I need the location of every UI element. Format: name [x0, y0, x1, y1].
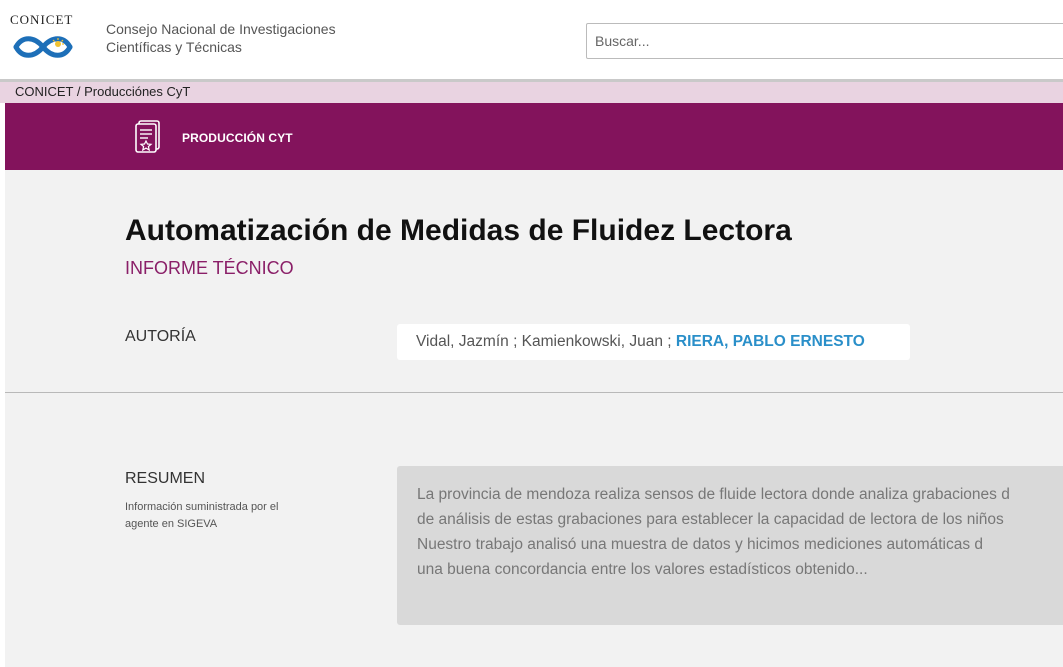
- highlighted-author-link[interactable]: RIERA, PABLO ERNESTO: [676, 333, 865, 350]
- search-input[interactable]: [586, 23, 1063, 59]
- section-band: PRODUCCIÓN CYT: [5, 103, 1063, 170]
- abstract-box: La provincia de mendoza realiza sensos d…: [397, 466, 1063, 625]
- document-certificate-icon: [135, 120, 160, 153]
- breadcrumb: CONICET / Producciónes CyT: [0, 82, 1063, 103]
- abstract-source-note: Información suministrada por el agente e…: [125, 501, 279, 530]
- conicet-logo-icon: [13, 36, 73, 58]
- abstract-line: La provincia de mendoza realiza sensos d…: [417, 486, 1010, 503]
- conicet-logo[interactable]: CONICET: [10, 12, 90, 64]
- organization-name: Consejo Nacional de Investigaciones Cien…: [106, 20, 336, 56]
- breadcrumb-current[interactable]: Producciónes CyT: [84, 84, 190, 99]
- authors-box: Vidal, Jazmín ; Kamienkowski, Juan ; RIE…: [397, 324, 910, 360]
- org-name-line1: Consejo Nacional de Investigaciones: [106, 21, 336, 37]
- logo-text: CONICET: [10, 12, 74, 27]
- abstract-text: La provincia de mendoza realiza sensos d…: [417, 482, 1063, 582]
- abstract-line: de análisis de estas grabaciones para es…: [417, 511, 1004, 528]
- record-title: Automatización de Medidas de Fluidez Lec…: [125, 214, 792, 247]
- authorship-label: AUTORÍA: [125, 328, 196, 345]
- breadcrumb-home-link[interactable]: CONICET: [15, 84, 73, 99]
- org-name-line2: Científicas y Técnicas: [106, 39, 242, 55]
- abstract-label: RESUMEN: [125, 470, 206, 487]
- record-type: INFORME TÉCNICO: [125, 258, 294, 278]
- record-content: Automatización de Medidas de Fluidez Lec…: [5, 170, 1063, 667]
- section-band-label: PRODUCCIÓN CYT: [182, 131, 293, 145]
- abstract-line: Nuestro trabajo analisó una muestra de d…: [417, 536, 984, 553]
- site-header: CONICET Consejo Nacional de Investigacio…: [0, 0, 1063, 82]
- breadcrumb-separator: /: [76, 84, 81, 99]
- authors-list: Vidal, Jazmín ; Kamienkowski, Juan ;: [416, 333, 676, 350]
- abstract-line: una buena concordancia entre los valores…: [417, 561, 868, 578]
- section-divider: [5, 392, 1063, 393]
